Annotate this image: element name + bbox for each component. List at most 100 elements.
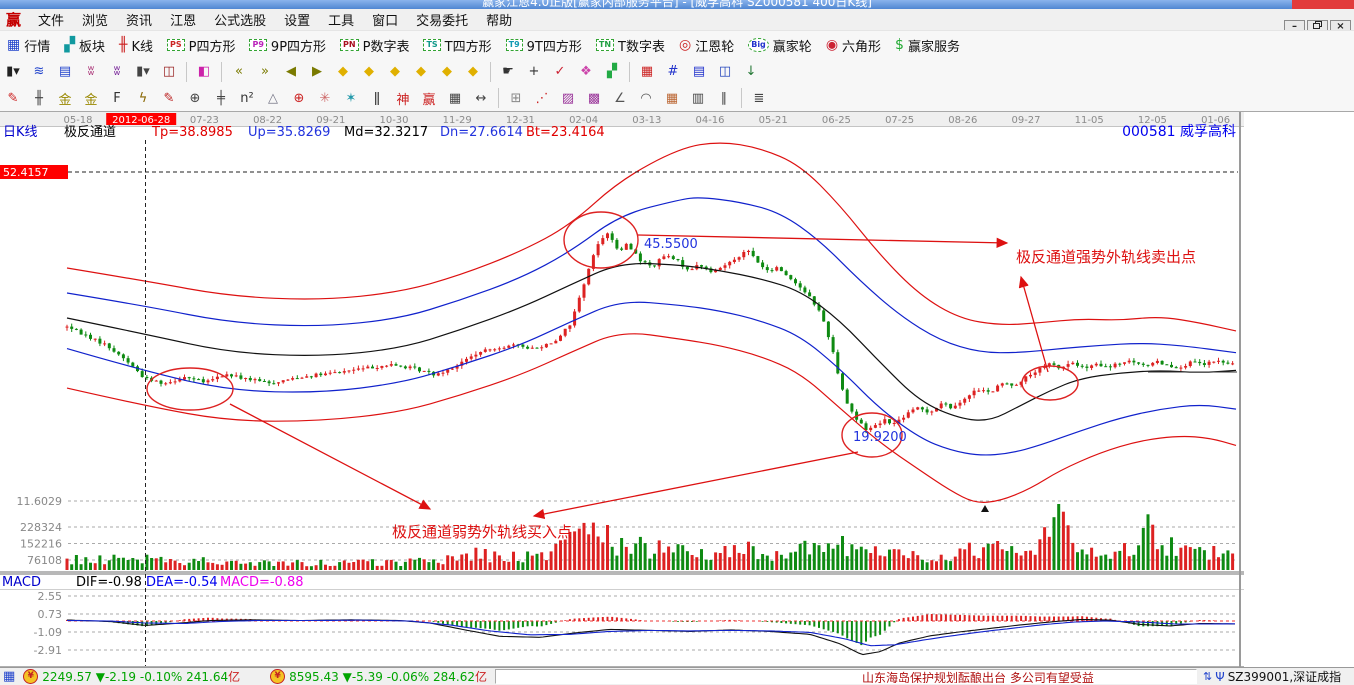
shen-tool-icon[interactable]: 神: [391, 87, 415, 109]
menu-item-gann[interactable]: 江恩: [161, 9, 205, 30]
fan-box-2-icon[interactable]: ▩: [582, 87, 606, 109]
menu-item-file[interactable]: 文件: [29, 9, 73, 30]
toolbar-button-quotes[interactable]: ▦行情: [0, 33, 57, 57]
shanghai-index-icon[interactable]: ¥: [23, 669, 38, 684]
pattern-tool-icon[interactable]: ◫: [157, 61, 181, 83]
winner-wheel-icon: Big: [748, 38, 769, 52]
toolbar-button-winner-service[interactable]: $赢家服务: [888, 33, 967, 57]
list-tool-icon[interactable]: ≣: [747, 87, 771, 109]
scroll-updown-icon[interactable]: ⇅: [1203, 670, 1212, 683]
win-tool-icon[interactable]: 赢: [417, 87, 441, 109]
crosshair-tool-icon[interactable]: +: [522, 61, 546, 83]
trend-wave-icon[interactable]: ≋: [27, 61, 51, 83]
toolbar-button-winner-wheel[interactable]: Big赢家轮: [741, 33, 819, 57]
circle-cross-icon[interactable]: ⊕: [287, 87, 311, 109]
menu-item-window[interactable]: 窗口: [363, 9, 407, 30]
toolbar-button-t-square[interactable]: TST四方形: [416, 33, 498, 57]
shenzhen-index-quote[interactable]: 8595.43 ▼-5.39 -0.06% 284.62亿: [289, 668, 487, 685]
stock-code-name[interactable]: 000581 威孚高科: [1122, 123, 1236, 140]
toolbar-button-t-table[interactable]: TNT数字表: [589, 33, 672, 57]
toolbar-button-p-table[interactable]: PNP数字表: [333, 33, 416, 57]
measure-h-icon[interactable]: ↔: [469, 87, 493, 109]
candle-type-dropdown-icon[interactable]: ▮▾: [131, 61, 155, 83]
menu-item-help[interactable]: 帮助: [477, 9, 521, 30]
macd-histogram-layer: [66, 614, 1215, 645]
toolbar-button-hexagon[interactable]: ◉六角形: [819, 33, 888, 57]
calculator-icon[interactable]: #: [661, 61, 685, 83]
menu-item-browse[interactable]: 浏览: [73, 9, 117, 30]
gold-ratio-icon[interactable]: 金: [53, 87, 77, 109]
gann-diamond-1-icon[interactable]: ◆: [331, 61, 355, 83]
titlebar-close-button[interactable]: [1292, 0, 1354, 9]
fan-red-icon[interactable]: ⋰: [530, 87, 554, 109]
menu-item-news[interactable]: 资讯: [117, 9, 161, 30]
notes-icon[interactable]: ▤: [687, 61, 711, 83]
minor-cycle-icon[interactable]: ʬ: [79, 61, 103, 83]
indicator-name[interactable]: 极反通道: [64, 125, 116, 140]
toolbar-button-9p-square[interactable]: P99P四方形: [242, 33, 333, 57]
toolbar-button-p-square[interactable]: PSP四方形: [160, 33, 242, 57]
info-f10-icon[interactable]: ▤: [53, 61, 77, 83]
chart-svg[interactable]: 05-182012-06-2807-2308-2209-2110-3011-29…: [0, 112, 1244, 668]
calendar-icon[interactable]: ▦: [635, 61, 659, 83]
gann-grid-icon[interactable]: ╫: [27, 87, 51, 109]
menu-item-trade-entrust[interactable]: 交易委托: [407, 9, 477, 30]
window-titlebar[interactable]: 赢家江恩4.0正版[赢家内部服务平台] - [威孚高科 SZ000581 400…: [0, 0, 1354, 9]
speed-lines-icon[interactable]: ∠: [608, 87, 632, 109]
gann-diamond-3-icon[interactable]: ◆: [383, 61, 407, 83]
9t-square-icon: T9: [506, 39, 523, 51]
macd-header-value: DEA=-0.54: [146, 575, 218, 590]
toolbar-button-kline[interactable]: ╫K线: [112, 33, 160, 57]
tick-marks-icon[interactable]: ǁ: [365, 87, 389, 109]
grid-brown-icon[interactable]: ▦: [660, 87, 684, 109]
n-square-icon[interactable]: n²: [235, 87, 259, 109]
hand-tool-icon[interactable]: ☛: [496, 61, 520, 83]
gann-diamond-5-icon[interactable]: ◆: [435, 61, 459, 83]
grid-123-icon[interactable]: ▦: [443, 87, 467, 109]
price-grid-icon[interactable]: ⊞: [504, 87, 528, 109]
fibonacci-icon[interactable]: F: [105, 87, 129, 109]
major-cycle-icon[interactable]: ʬ: [105, 61, 129, 83]
mark-tool-icon[interactable]: ✓: [548, 61, 572, 83]
puzzle-tool-icon[interactable]: ▞: [600, 61, 624, 83]
next-kline-icon[interactable]: ▶: [305, 61, 329, 83]
parallel-lines-icon[interactable]: ∥: [712, 87, 736, 109]
shanghai-index-quote[interactable]: 2249.57 ▼-2.19 -0.10% 241.64亿: [42, 668, 240, 685]
gold-section-icon[interactable]: 金: [79, 87, 103, 109]
toolbar-button-sectors[interactable]: ▞板块: [57, 33, 112, 57]
gann-circle-icon[interactable]: ⊕: [183, 87, 207, 109]
magic-tool-icon[interactable]: ❖: [574, 61, 598, 83]
grid-dark-icon[interactable]: ▥: [686, 87, 710, 109]
star-burst-icon[interactable]: ✳: [313, 87, 337, 109]
last-kline-icon[interactable]: »: [253, 61, 277, 83]
annotation-low-price: 19.9200: [853, 430, 907, 445]
color-chart-icon[interactable]: ◧: [192, 61, 216, 83]
mirror-icon[interactable]: △: [261, 87, 285, 109]
menu-item-formula-picker[interactable]: 公式选股: [205, 9, 275, 30]
candle-period-dropdown-icon[interactable]: ▮▾: [1, 61, 25, 83]
save-icon[interactable]: ◫: [713, 61, 737, 83]
spiral-icon[interactable]: ϟ: [131, 87, 155, 109]
web-tool-icon[interactable]: ✶: [339, 87, 363, 109]
current-index-label[interactable]: SZ399001,深证成指: [1228, 668, 1341, 685]
export-icon[interactable]: ↓: [739, 61, 763, 83]
shenzhen-index-icon[interactable]: ¥: [270, 669, 285, 684]
gann-diamond-2-icon[interactable]: ◆: [357, 61, 381, 83]
toolbar-label: K线: [131, 36, 153, 55]
grid-lines-icon[interactable]: ╪: [209, 87, 233, 109]
toolbar-button-9t-square[interactable]: T99T四方形: [499, 33, 589, 57]
gann-diamond-4-icon[interactable]: ◆: [409, 61, 433, 83]
gann-diamond-6-icon[interactable]: ◆: [461, 61, 485, 83]
prev-kline-icon[interactable]: ◀: [279, 61, 303, 83]
menu-item-settings[interactable]: 设置: [275, 9, 319, 30]
quote-grid-icon[interactable]: ▦: [3, 669, 15, 684]
fan-box-icon[interactable]: ▨: [556, 87, 580, 109]
arc-tool-icon[interactable]: ◠: [634, 87, 658, 109]
measure-brush-icon[interactable]: ✎: [157, 87, 181, 109]
menu-item-tools[interactable]: 工具: [319, 9, 363, 30]
annotation-arrow: [534, 452, 858, 516]
first-kline-icon[interactable]: «: [227, 61, 251, 83]
news-ticker[interactable]: 山东海岛保护规划酝酿出台 多公司有望受益: [495, 669, 1197, 684]
toolbar-button-gann-wheel[interactable]: ◎江恩轮: [672, 33, 741, 57]
brush-icon[interactable]: ✎: [1, 87, 25, 109]
